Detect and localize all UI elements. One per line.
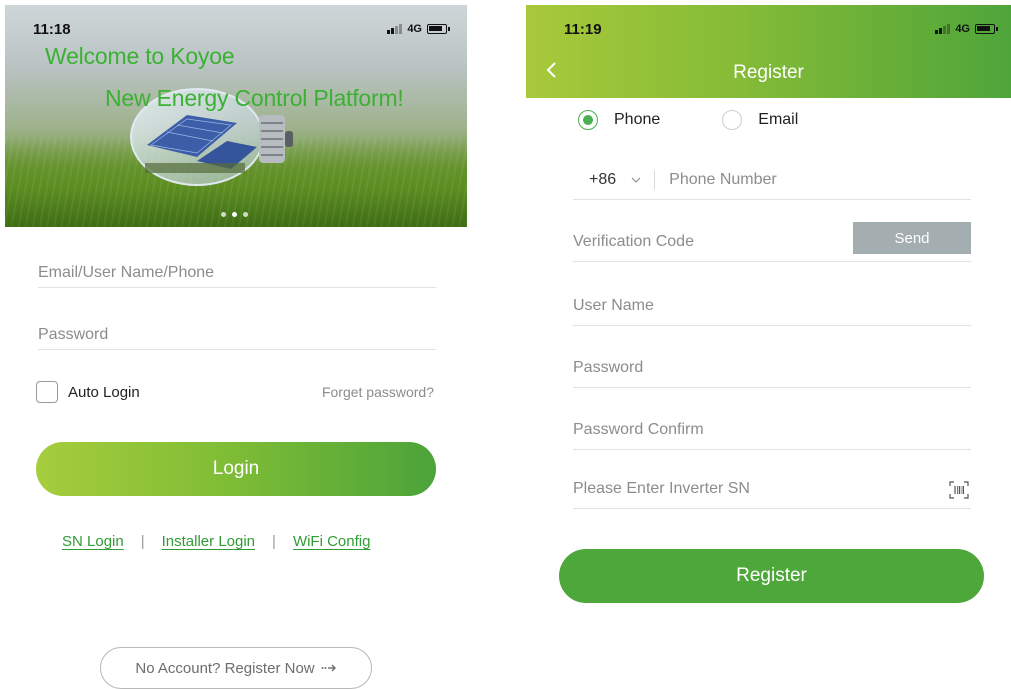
country-code-select[interactable]: +86 xyxy=(589,171,616,189)
network-type: 4G xyxy=(407,23,422,35)
register-header: 11:19 4G Register xyxy=(526,5,1011,98)
password-confirm-field[interactable]: Password Confirm xyxy=(573,410,971,450)
password-placeholder: Password xyxy=(38,325,109,343)
platform-text: New Energy Control Platform! xyxy=(105,85,404,111)
username-field[interactable]: User Name xyxy=(573,286,971,326)
method-phone-label: Phone xyxy=(614,111,661,128)
register-now-label: No Account? Register Now xyxy=(135,659,315,677)
barcode-scan-icon[interactable] xyxy=(949,481,969,499)
carousel-dot-active[interactable] xyxy=(232,212,237,217)
verification-code-input[interactable]: Verification Code xyxy=(573,233,694,251)
send-code-button[interactable]: Send xyxy=(853,222,971,254)
status-indicators: 4G xyxy=(935,23,998,35)
register-screen: 11:19 4G Register Phone Email +86 Phone … xyxy=(526,0,1011,689)
register-method-selector: Phone Email xyxy=(578,110,798,130)
method-email-label: Email xyxy=(758,111,799,128)
password-input[interactable]: Password xyxy=(573,359,643,377)
register-now-button[interactable]: No Account? Register Now xyxy=(100,647,372,689)
hero-banner[interactable]: 11:18 4G Welcome to Koyoe New Energy Con… xyxy=(5,5,467,227)
password-field[interactable]: Password xyxy=(573,348,971,388)
status-time: 11:19 xyxy=(564,21,602,38)
forget-password-link[interactable]: Forget password? xyxy=(322,384,434,400)
auto-login-checkbox[interactable] xyxy=(36,381,58,403)
account-input[interactable]: Email/User Name/Phone xyxy=(38,258,436,288)
wifi-config-link[interactable]: WiFi Config xyxy=(293,533,371,550)
link-divider: | xyxy=(272,533,276,550)
welcome-text: Welcome to Koyoe xyxy=(45,43,235,69)
link-divider: | xyxy=(140,533,145,550)
page-title: Register xyxy=(733,62,804,83)
phone-number-input[interactable]: Phone Number xyxy=(669,171,777,189)
login-options: SN Login | Installer Login | WiFi Config xyxy=(62,533,370,550)
method-email-option[interactable]: Email xyxy=(722,110,798,130)
field-divider xyxy=(654,169,656,190)
status-indicators: 4G xyxy=(387,23,450,35)
sn-login-link[interactable]: SN Login xyxy=(62,533,124,550)
password-input[interactable]: Password xyxy=(38,320,436,350)
carousel-dot[interactable] xyxy=(221,212,226,217)
battery-icon xyxy=(427,24,450,34)
chevron-down-icon[interactable] xyxy=(630,174,642,186)
login-button[interactable]: Login xyxy=(36,442,436,496)
inverter-sn-input[interactable]: Please Enter Inverter SN xyxy=(573,480,750,498)
network-type: 4G xyxy=(955,23,970,35)
status-time: 11:18 xyxy=(33,21,71,38)
signal-icon xyxy=(935,24,951,34)
register-button[interactable]: Register xyxy=(559,549,984,603)
auto-login-label: Auto Login xyxy=(68,383,140,401)
method-phone-option[interactable]: Phone xyxy=(578,110,660,130)
phone-number-field: +86 Phone Number xyxy=(573,160,971,200)
verification-code-field[interactable]: Verification Code Send xyxy=(573,222,971,262)
carousel-dots[interactable] xyxy=(221,212,248,217)
installer-login-link[interactable]: Installer Login xyxy=(162,533,255,550)
login-screen: 11:18 4G Welcome to Koyoe New Energy Con… xyxy=(5,0,467,689)
arrow-right-icon xyxy=(321,664,336,672)
battery-icon xyxy=(975,24,998,34)
carousel-dot[interactable] xyxy=(243,212,248,217)
account-placeholder: Email/User Name/Phone xyxy=(38,263,215,281)
inverter-sn-field[interactable]: Please Enter Inverter SN xyxy=(573,469,971,509)
radio-unchecked-icon[interactable] xyxy=(722,110,743,130)
auto-login-toggle[interactable]: Auto Login xyxy=(36,381,140,403)
username-input[interactable]: User Name xyxy=(573,297,654,315)
radio-checked-icon[interactable] xyxy=(578,110,598,130)
password-confirm-input[interactable]: Password Confirm xyxy=(573,421,704,439)
signal-icon xyxy=(387,24,403,34)
